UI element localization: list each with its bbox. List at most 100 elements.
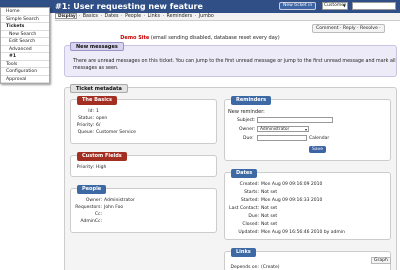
tab-jumbo[interactable]: Jumbo [199,14,214,19]
people-row: AdminCc: [74,219,104,224]
field-value: Not set [261,190,278,195]
new-messages-title: New messages [70,42,124,51]
tab-separator: · [100,14,102,19]
sidebar-item-tools[interactable]: Tools [1,61,49,68]
dates-row: Closed: Not set [228,222,277,227]
field-label: Owner: [85,198,102,203]
due-label: Due: [243,136,254,141]
ticket-actions[interactable]: Comment · Reply · Resolve · [312,24,385,33]
tab-dates[interactable]: Dates [105,14,119,19]
field-label: Started: [240,198,259,203]
tab-separator: · [194,14,197,19]
tab-separator: · [143,14,146,19]
field-value: Not set [261,214,278,219]
graph-link[interactable]: Graph [371,257,391,264]
ticket-tabs: Display · History · Basics · Dates · Peo… [55,13,400,21]
save-button[interactable]: Save [309,146,327,153]
sidebar-item-ticket-1[interactable]: #1 [1,53,49,61]
field-label: Last Contact: [229,206,259,211]
field-label: AdminCc: [80,219,102,224]
field-label: Due: [248,214,259,219]
custom-field-row: Priority: High [74,165,107,170]
owner-label: Owner: [239,127,256,132]
tab-separator: · [78,14,81,19]
field-value: Customer Service [96,130,136,135]
demo-note: (email sending disabled, database reset … [150,35,280,41]
new-messages-panel: New messages There are unread messages o… [64,42,397,77]
search-input[interactable] [352,2,396,10]
dates-panel: Dates Created: Mon Aug 09 09:16:09 2010 S… [224,169,391,240]
field-label: Depends on: [230,265,259,270]
sidebar-item-simple-search[interactable]: Simple Search [1,16,49,23]
demo-site-label: Demo Site [120,35,150,41]
field-value: Not set [261,222,278,227]
tab-links[interactable]: Links [148,14,160,19]
reminder-due-input[interactable] [257,135,307,141]
field-label: Priority: [76,165,94,170]
field-value: Not set [261,206,278,211]
basics-panel: The Basics Id: 1 Status: open Priority: 6/ … [70,96,217,144]
create-link[interactable]: (Create) [261,265,279,270]
field-label: Starts: [244,190,259,195]
field-value: 1 [96,109,99,114]
basics-row: Priority: 6/ [74,123,101,128]
field-label: Created: [239,182,259,187]
people-row: Cc: [74,212,104,217]
custom-fields-title: Custom Fields [77,152,127,161]
reminder-subject-input[interactable] [257,117,333,123]
links-row: Depends on: (Create) [228,265,280,270]
owner-select-value: Administrator [260,127,290,132]
dates-row: Created: Mon Aug 09 09:16:09 2010 [228,182,323,187]
queue-select[interactable]: Customer ▼ [322,2,348,10]
field-label: Status: [78,116,94,121]
sidebar-menu: Home Simple Search Tickets New Search Ed… [0,7,50,84]
tab-people[interactable]: People [125,14,141,19]
field-value: Mon Aug 09 16:56:46 2010 by admin [261,230,345,235]
basics-row: Queue: Customer Service [74,130,136,135]
field-label: Priority: [76,123,94,128]
sidebar-item-home[interactable]: Home [1,8,49,16]
page-title: #1: User requesting new feature [55,2,203,11]
links-title: Links [231,248,256,257]
sidebar-item-advanced[interactable]: Advanced [1,46,49,53]
dates-row: Updated: Mon Aug 09 16:56:46 2010 by admi… [228,230,345,235]
sidebar-item-tickets[interactable]: Tickets [1,23,49,31]
new-ticket-button[interactable]: New ticket in [279,2,317,10]
tab-display[interactable]: Display [55,13,77,19]
chevron-down-icon: ▾ [304,127,307,132]
sidebar-item-configuration[interactable]: Configuration [1,68,49,76]
field-value: John Foo [104,205,124,210]
field-label: Requestors: [75,205,102,210]
reminders-panel: Reminders New reminder: Subject: Owner: … [224,96,391,161]
demo-banner: Demo Site (email sending disabled, datab… [0,35,400,41]
new-reminder-label: New reminder: [228,109,265,115]
tab-separator: · [162,14,165,19]
people-panel: People Owner: Administrator Requestors: Jo… [70,185,217,233]
calendar-link[interactable]: Calendar [309,136,329,141]
tab-separator: · [121,14,123,19]
field-label: Queue: [77,130,94,135]
tab-reminders[interactable]: Reminders [167,14,193,19]
tab-basics[interactable]: Basics [83,14,98,19]
field-value: Mon Aug 09 09:16:33 2010 [261,198,323,203]
new-messages-text: There are unread messages on this ticket… [73,59,396,71]
field-label: Updated: [238,230,259,235]
custom-fields-panel: Custom Fields Priority: High [70,152,217,177]
dates-row: Last Contact: Not set [228,206,277,211]
reminder-owner-select[interactable]: Administrator ▾ [257,126,309,132]
ticket-metadata-title: Ticket metadata [70,84,128,93]
field-value: High [96,165,107,170]
field-value: open [96,116,108,121]
chevron-down-icon: ▼ [342,3,346,8]
field-label: Id: [88,109,94,114]
field-value: Mon Aug 09 09:16:09 2010 [261,182,323,187]
subject-label: Subject: [237,118,256,123]
people-title: People [77,185,107,194]
dates-row: Started: Mon Aug 09 09:16:33 2010 [228,198,323,203]
basics-title: The Basics [77,96,117,105]
reminders-title: Reminders [231,96,272,105]
sidebar-item-approval[interactable]: Approval [1,76,49,83]
basics-row: Id: 1 [74,109,99,114]
dates-title: Dates [231,169,258,178]
field-label: Closed: [242,222,259,227]
